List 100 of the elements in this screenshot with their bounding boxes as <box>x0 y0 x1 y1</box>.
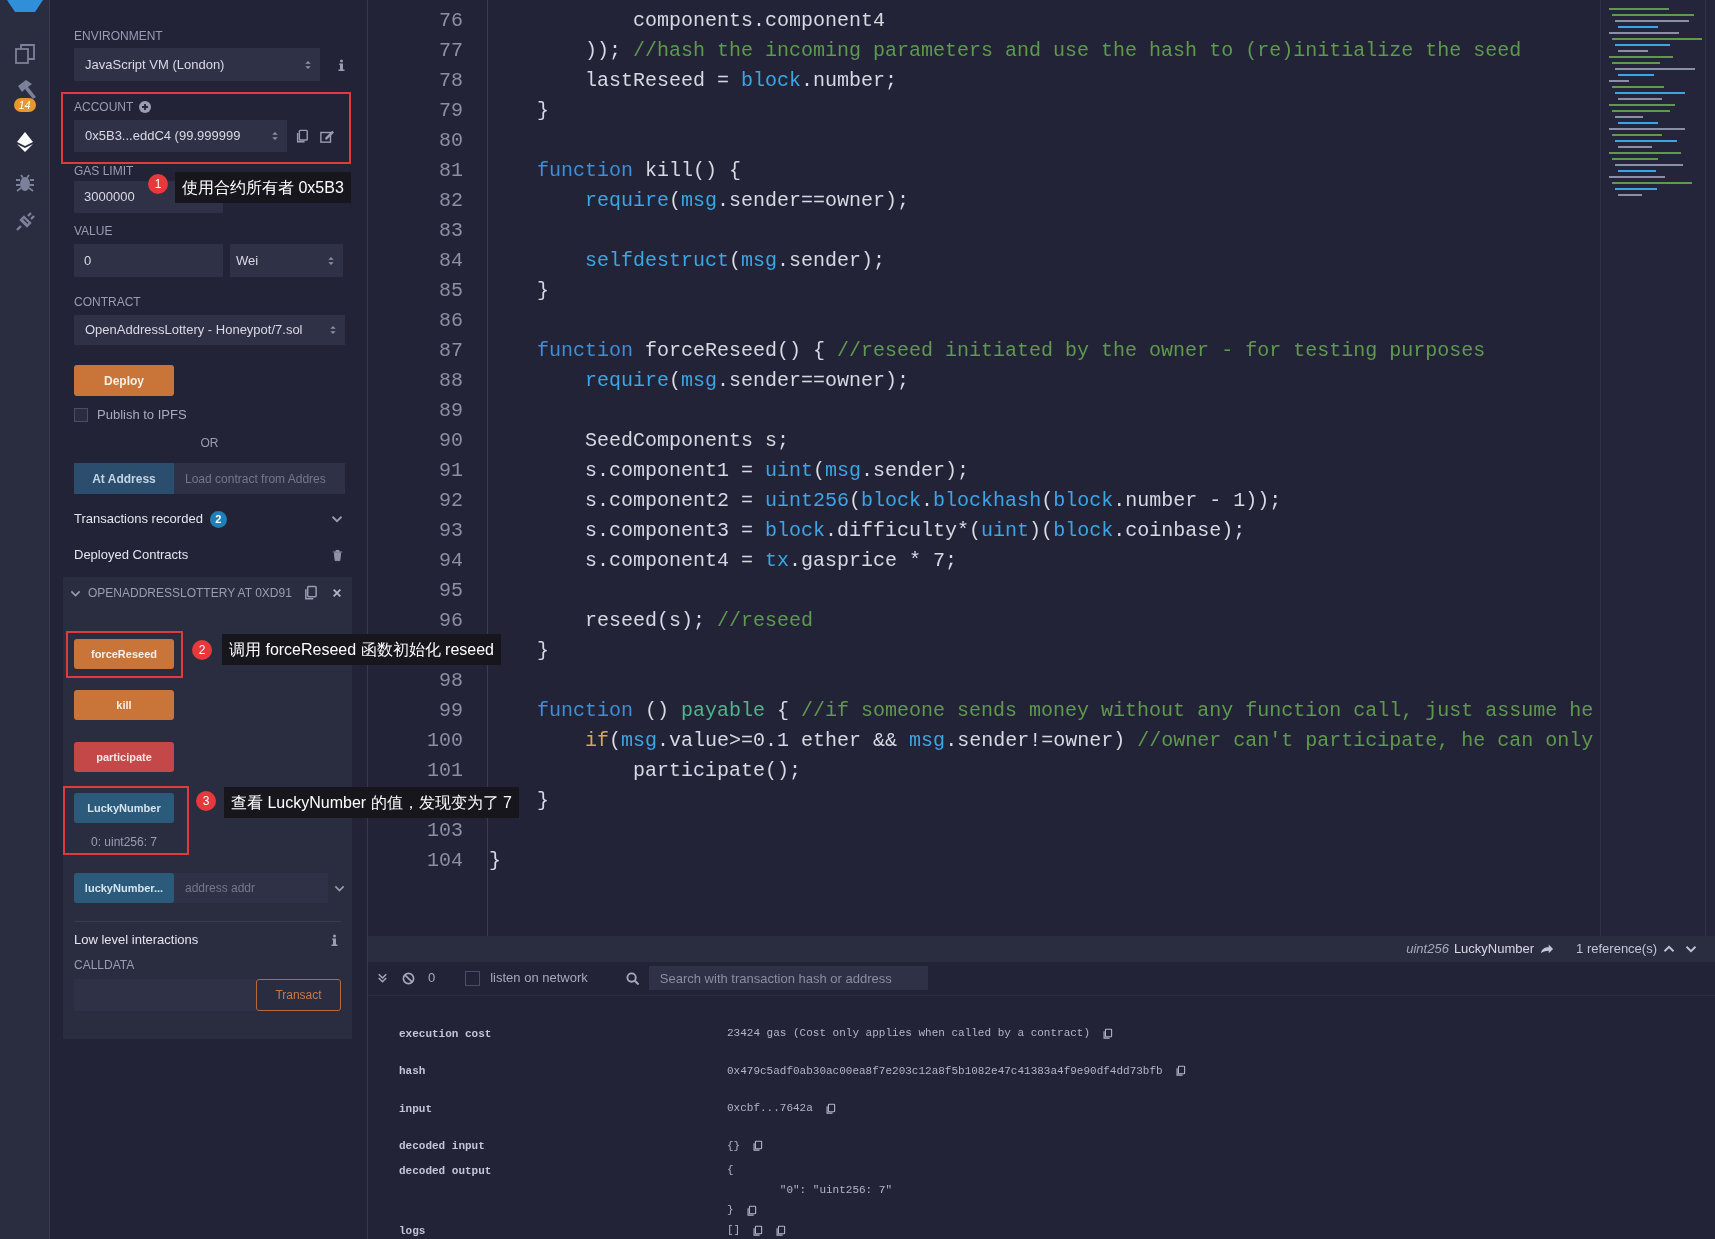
code-line: require(msg.sender==owner); <box>585 368 910 394</box>
property-value: [] <box>727 1223 741 1239</box>
chevron-down-icon[interactable] <box>331 513 343 525</box>
updown-icon <box>304 58 312 71</box>
code-line: function () payable { //if someone sends money without any function call, just assume he <box>537 698 1594 724</box>
code-line: function forceReseed() { //reseed initiated by the owner - for testing purposes <box>537 338 1486 364</box>
checkbox[interactable] <box>74 408 88 422</box>
line-number: 94 <box>439 548 463 574</box>
property-value: { <box>727 1163 734 1179</box>
trash-icon[interactable] <box>332 548 343 562</box>
info-icon[interactable] <box>331 933 338 946</box>
files-icon[interactable] <box>13 43 36 65</box>
function-button[interactable]: participate <box>74 742 174 772</box>
field-label: GAS LIMIT <box>74 164 135 178</box>
edit-icon[interactable] <box>320 129 334 143</box>
code-line: reseed(s); //reseed <box>585 608 814 634</box>
notification-badge: 14 <box>13 98 36 112</box>
copy-icon[interactable] <box>775 1224 787 1237</box>
line-number: 91 <box>439 458 463 484</box>
property-label: decoded input <box>399 1140 485 1152</box>
pending-count: 0 <box>428 969 436 988</box>
line-number: 99 <box>439 698 463 724</box>
environment-select[interactable]: JavaScript VM (London) <box>74 48 320 81</box>
line-number: 101 <box>427 758 463 784</box>
code-line: s.component3 = block.difficulty*(uint)(block.coinbase); <box>585 518 1246 544</box>
deploy-button[interactable]: Deploy <box>74 365 174 396</box>
at-address-button[interactable]: At Address <box>74 463 174 494</box>
line-number: 77 <box>439 38 463 64</box>
contract-select[interactable]: OpenAddressLottery - Honeypot/7.sol <box>74 315 345 345</box>
code-line: lastReseed = block.number; <box>585 68 898 94</box>
code-line: require(msg.sender==owner); <box>585 188 910 214</box>
property-label: input <box>399 1102 432 1115</box>
type-text: uint256 <box>1406 939 1449 958</box>
copy-icon[interactable] <box>1174 1065 1186 1077</box>
line-number: 92 <box>439 488 463 514</box>
code-line: } <box>537 788 549 814</box>
unit-select[interactable]: Wei <box>230 244 343 277</box>
line-number: 93 <box>439 518 463 544</box>
line-number: 88 <box>439 368 463 394</box>
search-icon[interactable] <box>625 971 639 985</box>
copy-icon[interactable] <box>752 1140 764 1152</box>
line-number: 82 <box>439 188 463 214</box>
checkbox[interactable] <box>465 970 481 986</box>
code-line: } <box>537 98 549 124</box>
contract-instance-title[interactable]: OPENADDRESSLOTTERY AT 0XD91 <box>88 584 292 602</box>
copy-icon[interactable] <box>745 1204 757 1217</box>
code-line: s.component1 = uint(msg.sender); <box>585 458 970 484</box>
parameter-field[interactable]: address addr <box>174 873 328 903</box>
code-line: )); //hash the incoming parameters and use the hash to (re)initialize the seed <box>585 38 1522 64</box>
function-button[interactable]: kill <box>74 690 174 720</box>
property-value: 0xcbf...7642a <box>727 1101 813 1117</box>
copy-icon[interactable] <box>295 128 309 144</box>
code-line: function kill() { <box>537 158 742 184</box>
line-number: 84 <box>439 248 463 274</box>
line-number: 83 <box>439 218 463 244</box>
property-value: {} <box>727 1138 741 1154</box>
line-number: 90 <box>439 428 463 454</box>
function-button[interactable]: forceReseed <box>74 639 174 669</box>
line-number: 96 <box>439 608 463 634</box>
copy-icon[interactable] <box>303 585 318 601</box>
copy-icon[interactable] <box>1102 1027 1114 1040</box>
collapse-icon[interactable] <box>377 972 388 984</box>
calldata-field[interactable] <box>74 978 256 1011</box>
code-line: components.component4 <box>633 8 886 34</box>
function-button[interactable]: luckyNumber... <box>74 873 174 903</box>
property-label: decoded output <box>399 1164 492 1177</box>
function-button[interactable]: LuckyNumber <box>74 793 174 823</box>
line-number: 89 <box>439 398 463 424</box>
code-line: if(msg.value>=0.1 ether && msg.sender!=owner) //owner can't participate, he can only <box>585 728 1594 754</box>
search-field[interactable]: Search with transaction hash or address <box>648 966 928 990</box>
copy-icon[interactable] <box>824 1102 836 1115</box>
transact-button[interactable]: Transact <box>256 978 341 1011</box>
updown-icon <box>327 254 335 267</box>
annotation-tooltip: 查看 LuckyNumber 的值，发现变为了 7 <box>224 787 519 818</box>
section-title: Transactions recorded <box>74 510 203 529</box>
annotation-tooltip: 调用 forceReseed 函数初始化 reseed <box>222 634 501 665</box>
share-arrow-icon[interactable] <box>1540 942 1555 956</box>
field-label: VALUE <box>74 224 114 238</box>
or-separator-text: OR <box>200 436 219 450</box>
clear-icon[interactable] <box>402 971 415 985</box>
code-line: } <box>489 848 501 874</box>
property-label: logs <box>399 1224 426 1237</box>
value-field[interactable]: 0 <box>74 244 223 277</box>
field-label: ENVIRONMENT <box>74 29 164 43</box>
checkbox-label: listen on network <box>490 969 588 988</box>
line-number: 80 <box>439 128 463 154</box>
copy-icon[interactable] <box>752 1224 764 1237</box>
info-icon[interactable] <box>338 58 345 71</box>
account-select[interactable]: 0x5B3...eddC4 (99.999999 <box>74 120 287 152</box>
close-icon[interactable] <box>332 588 342 598</box>
updown-icon <box>271 130 279 142</box>
updown-icon <box>329 324 337 336</box>
logo-icon <box>6 0 43 12</box>
property-label: hash <box>399 1065 426 1077</box>
line-number: 98 <box>439 668 463 694</box>
line-number: 86 <box>439 308 463 334</box>
line-number: 95 <box>439 578 463 604</box>
code-line: } <box>537 278 549 304</box>
add-icon[interactable] <box>139 101 152 113</box>
address-field[interactable]: Load contract from Addres <box>174 463 345 494</box>
